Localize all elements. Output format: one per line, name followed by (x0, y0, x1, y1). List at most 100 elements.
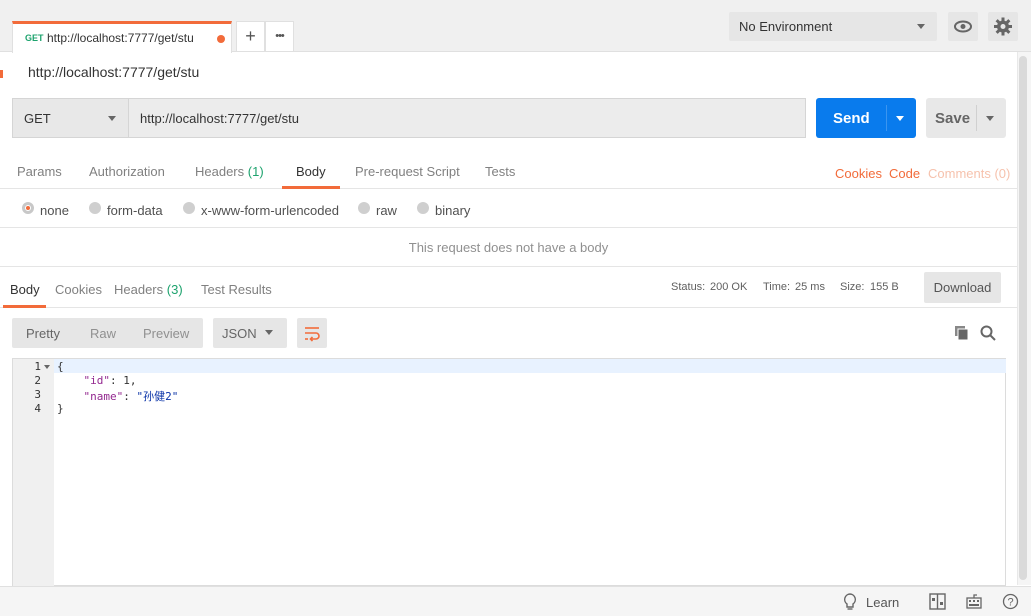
size-label: Size: (840, 281, 865, 293)
url-input[interactable]: http://localhost:7777/get/stu (128, 98, 806, 138)
main-scrollbar-thumb[interactable] (1019, 56, 1027, 580)
language-select[interactable]: JSON (213, 318, 287, 348)
wrap-lines-icon (305, 327, 320, 342)
search-icon[interactable] (980, 325, 996, 341)
code-line: } (57, 402, 64, 415)
request-tabs: Params Authorization Headers (1) Body Pr… (0, 152, 1017, 189)
sidebar-edge-marker (0, 70, 3, 78)
send-options-chevron-icon[interactable] (896, 116, 904, 121)
line-number: 3 (34, 388, 41, 401)
tab-method: GET (25, 33, 44, 43)
radio-binary-label[interactable]: binary (435, 203, 470, 218)
time-label: Time: (763, 281, 791, 293)
response-tab-headers-count: (3) (166, 282, 183, 297)
settings-button[interactable] (988, 12, 1018, 41)
response-format-group: Pretty Raw Preview (12, 318, 203, 348)
code-link[interactable]: Code (889, 166, 920, 181)
json-key: "id" (83, 374, 111, 387)
tab-body-underline (282, 186, 340, 189)
tab-authorization[interactable]: Authorization (89, 164, 165, 179)
tab-tests[interactable]: Tests (485, 164, 515, 179)
active-line-highlight (54, 359, 1006, 373)
code-line: { (57, 360, 64, 373)
time-value[interactable]: 25 ms (795, 281, 825, 293)
environment-quick-look-button[interactable] (948, 12, 978, 41)
format-raw[interactable]: Raw (90, 326, 116, 341)
keyboard-shortcuts-icon[interactable] (965, 592, 983, 610)
line-number: 4 (34, 402, 41, 415)
chevron-down-icon (108, 116, 116, 121)
environment-label: No Environment (739, 19, 833, 34)
response-tab-cookies[interactable]: Cookies (55, 282, 102, 297)
download-button[interactable]: Download (924, 272, 1001, 303)
line-number: 2 (34, 374, 41, 387)
response-tab-test-results[interactable]: Test Results (201, 282, 272, 297)
request-title[interactable]: http://localhost:7777/get/stu (28, 64, 199, 80)
radio-raw[interactable] (358, 202, 370, 214)
save-options-chevron-icon[interactable] (986, 116, 994, 121)
tab-params[interactable]: Params (17, 164, 62, 179)
body-type-radios: none form-data x-www-form-urlencoded raw… (0, 190, 1017, 228)
radio-raw-label[interactable]: raw (376, 203, 397, 218)
code-line: "name": "孙健2" (57, 388, 179, 404)
language-label: JSON (222, 326, 257, 341)
eye-icon (954, 20, 972, 33)
learn-link[interactable]: Learn (866, 595, 899, 610)
tab-headers[interactable]: Headers (1) (195, 164, 264, 179)
more-tabs-button[interactable]: ••• (265, 21, 294, 52)
chevron-down-icon (917, 24, 925, 29)
tab-headers-count: (1) (247, 164, 264, 179)
radio-none[interactable] (22, 202, 34, 214)
radio-binary[interactable] (417, 202, 429, 214)
no-body-message: This request does not have a body (0, 229, 1017, 267)
format-preview[interactable]: Preview (143, 326, 189, 341)
radio-none-label[interactable]: none (40, 203, 69, 218)
status-value[interactable]: 200 OK (710, 281, 747, 293)
json-value: : 1, (110, 374, 137, 387)
copy-icon[interactable] (954, 325, 970, 341)
svg-text:?: ? (1007, 597, 1013, 609)
format-pretty[interactable]: Pretty (26, 326, 60, 341)
response-tab-headers-label: Headers (114, 282, 164, 297)
help-icon[interactable]: ? (1002, 593, 1019, 610)
radio-form-data-label[interactable]: form-data (107, 203, 163, 218)
method-label: GET (24, 111, 51, 126)
tab-body[interactable]: Body (296, 164, 326, 179)
send-label: Send (833, 110, 870, 127)
save-button[interactable]: Save (926, 98, 1006, 138)
wrap-lines-button[interactable] (297, 318, 327, 348)
request-tab-active[interactable]: GET http://localhost:7777/get/stu (12, 21, 232, 53)
new-tab-button[interactable]: + (236, 21, 265, 52)
status-label: Status: (671, 281, 706, 293)
radio-form-data[interactable] (89, 202, 101, 214)
fold-toggle-icon[interactable] (44, 365, 50, 369)
radio-urlencoded-label[interactable]: x-www-form-urlencoded (201, 203, 339, 218)
cookies-link[interactable]: Cookies (835, 166, 882, 181)
response-tabs: Body Cookies Headers (3) Test Results St… (0, 268, 1017, 308)
environment-select[interactable]: No Environment (729, 12, 937, 41)
size-value[interactable]: 155 B (870, 281, 899, 293)
response-editor[interactable]: 1 2 3 4 { "id": 1, "name": "孙健2" } (12, 358, 1006, 587)
response-tab-body[interactable]: Body (10, 282, 40, 297)
tab-prerequest-script[interactable]: Pre-request Script (355, 164, 460, 179)
save-label: Save (935, 110, 971, 127)
response-tab-body-underline (3, 305, 46, 308)
code-line: "id": 1, (57, 374, 137, 387)
chevron-down-icon (265, 330, 273, 335)
lightbulb-icon[interactable] (843, 593, 857, 611)
json-value: "孙健2" (136, 390, 179, 403)
save-split-divider (976, 105, 977, 131)
two-pane-view-icon[interactable] (929, 593, 946, 610)
radio-urlencoded[interactable] (183, 202, 195, 214)
gear-icon (994, 17, 1012, 36)
line-number: 1 (34, 360, 41, 373)
tab-headers-label: Headers (195, 164, 245, 179)
comments-link[interactable]: Comments (0) (928, 166, 1010, 181)
unsaved-dot-icon (217, 35, 225, 43)
method-select[interactable]: GET (12, 98, 128, 138)
status-bar: Learn ? (0, 586, 1031, 616)
response-tab-headers[interactable]: Headers (3) (114, 282, 183, 297)
json-key: "name" (83, 390, 124, 403)
send-button[interactable]: Send (816, 98, 916, 138)
send-split-divider (886, 105, 887, 131)
